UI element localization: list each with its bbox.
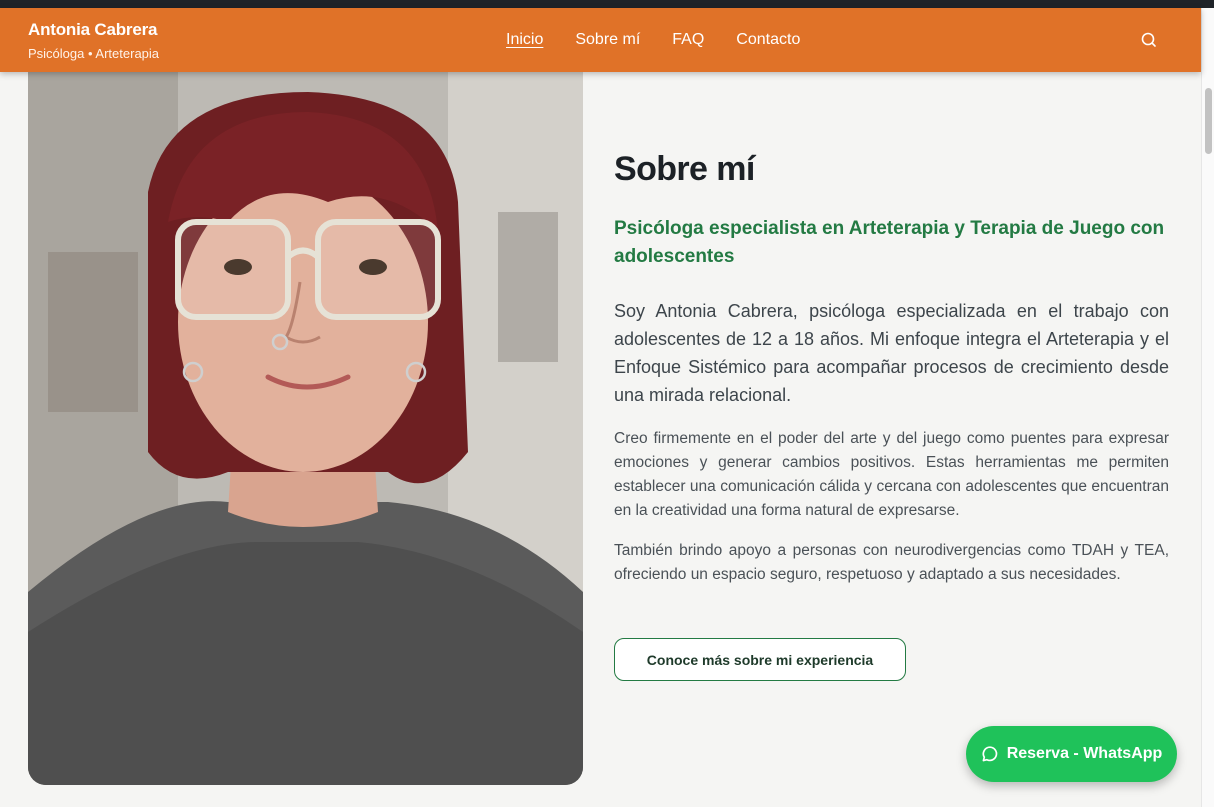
brand-name: Antonia Cabrera [28,20,158,39]
search-button[interactable] [1139,30,1159,50]
chat-bubble-icon [982,746,997,762]
body-paragraph-2: También brindo apoyo a personas con neur… [614,542,1169,583]
nav-item-sobre-mi[interactable]: Sobre mí [575,31,640,49]
section-subtitle: Psicóloga especialista en Arteterapia y … [614,218,1165,267]
about-section: Sobre mí Psicóloga especialista en Artet… [614,150,1169,603]
body-paragraph-1: Creo firmemente en el poder del arte y d… [614,430,1169,519]
whatsapp-label: Reserva - WhatsApp [1006,745,1163,762]
top-strip [0,0,1214,8]
experience-button[interactable]: Conoce más sobre mi experiencia [614,638,906,681]
search-icon [1141,32,1156,47]
scrollbar-thumb[interactable] [1205,88,1212,154]
site-header: Antonia Cabrera Psicóloga • Arteterapia … [0,8,1201,72]
main-nav: Inicio Sobre mí FAQ Contacto [506,31,800,49]
profile-photo [28,72,583,785]
page-title: Sobre mí [614,150,755,188]
intro-paragraph: Soy Antonia Cabrera, psicóloga especiali… [614,301,1169,405]
brand-tagline: Psicóloga • Arteterapia [28,46,160,61]
whatsapp-booking-button[interactable]: Reserva - WhatsApp [966,726,1177,782]
nav-item-contacto[interactable]: Contacto [736,31,800,49]
nav-item-inicio[interactable]: Inicio [506,31,543,49]
nav-item-faq[interactable]: FAQ [672,31,704,49]
brand[interactable]: Antonia Cabrera Psicóloga • Arteterapia [28,20,159,61]
